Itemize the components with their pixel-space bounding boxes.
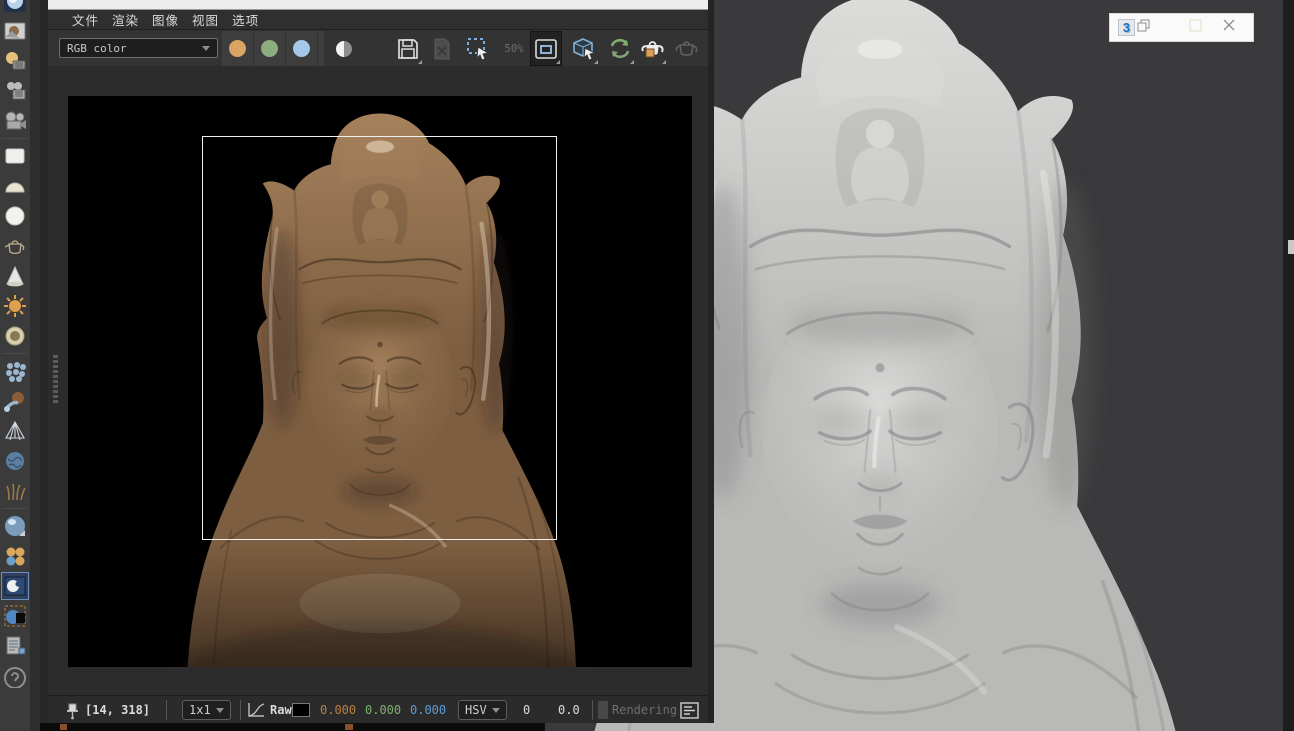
pixel-probe-pin-icon[interactable] <box>63 696 81 724</box>
region-select-button[interactable] <box>462 31 494 66</box>
color-space-select[interactable]: HSV <box>458 700 507 720</box>
statusbar-divider <box>166 700 167 720</box>
history-splitter-handle[interactable] <box>53 355 58 403</box>
sampled-color-swatch <box>292 703 310 717</box>
restore-window-icon[interactable] <box>1137 19 1151 37</box>
vfb-statusbar: [14, 318] 1x1 Raw 0.000 0.000 0.000 HSV … <box>48 695 708 723</box>
render-canvas[interactable] <box>68 96 692 667</box>
region-sphere-icon[interactable] <box>2 603 28 629</box>
render-ghost-button[interactable] <box>670 31 702 66</box>
color-balls-icon[interactable] <box>2 543 28 569</box>
material-ball-icon[interactable] <box>2 388 28 414</box>
right-window-border <box>1283 0 1294 731</box>
refresh-render-button[interactable] <box>604 31 636 66</box>
hsv-int-value: 0 <box>523 696 530 724</box>
green-channel-button[interactable] <box>254 31 286 66</box>
chevron-down-icon <box>216 708 224 713</box>
rendered-image-icon[interactable] <box>2 18 28 44</box>
wire-pyramid-icon[interactable] <box>2 418 28 444</box>
pixel-coords: [14, 318] <box>85 696 150 724</box>
vfb-toolbar: RGB color 50% <box>48 31 708 66</box>
vfb-menubar: 文件 渲染 图像 视图 选项 <box>48 10 708 30</box>
color-curve-icon[interactable] <box>246 696 266 724</box>
glossy-sphere-icon[interactable] <box>2 513 28 539</box>
clear-image-button[interactable] <box>426 31 458 66</box>
menu-image[interactable]: 图像 <box>152 10 179 29</box>
noise-sphere-icon[interactable] <box>2 448 28 474</box>
render-region-rect[interactable] <box>202 136 557 540</box>
dome-primitive-icon[interactable] <box>2 173 28 199</box>
channel-toggle-group <box>222 31 324 66</box>
isolate-object-button[interactable] <box>568 31 600 66</box>
statusbar-divider <box>240 700 241 720</box>
vfb-titlebar[interactable] <box>48 0 708 10</box>
red-channel-button[interactable] <box>222 31 254 66</box>
pixel-ratio-select[interactable]: 1x1 <box>182 700 231 720</box>
menu-options[interactable]: 选项 <box>232 10 259 29</box>
render-setup-icon[interactable] <box>2 0 28 14</box>
trackbar-strip <box>40 723 545 731</box>
camera-lister-icon[interactable] <box>2 78 28 104</box>
pixel-ratio-value: 1x1 <box>189 703 211 717</box>
render-status-text: Rendering <box>612 696 677 724</box>
statusbar-divider <box>592 700 593 720</box>
dome-light-icon[interactable] <box>2 323 28 349</box>
sphere-primitive-icon[interactable] <box>2 203 28 229</box>
max-side-toolbar[interactable] <box>0 0 40 731</box>
fur-grass-icon[interactable] <box>2 478 28 504</box>
color-space-value: HSV <box>465 703 487 717</box>
channel-mode-value: RGB color <box>67 42 127 55</box>
notes-clipboard-icon[interactable] <box>2 633 28 659</box>
green-value: 0.000 <box>365 696 401 724</box>
menu-render[interactable]: 渲染 <box>112 10 139 29</box>
help-icon[interactable] <box>2 663 28 689</box>
chevron-down-icon <box>202 46 210 51</box>
vfb-image-area <box>48 66 708 695</box>
show-log-icon[interactable] <box>680 696 699 724</box>
menu-view[interactable]: 视图 <box>192 10 219 29</box>
progress-chip <box>598 701 608 719</box>
channel-mode-select[interactable]: RGB color <box>59 38 218 58</box>
particle-spheres-icon[interactable] <box>2 358 28 384</box>
menu-file[interactable]: 文件 <box>72 10 99 29</box>
blue-value: 0.000 <box>410 696 446 724</box>
red-value: 0.000 <box>320 696 356 724</box>
toolbar-separator <box>2 138 28 139</box>
region-render-toggle[interactable] <box>530 31 562 66</box>
track-key-mark <box>60 724 67 730</box>
vray-frame-buffer-window: 文件 渲染 图像 视图 选项 RGB color 50% <box>40 0 714 723</box>
plane-primitive-icon[interactable] <box>2 143 28 169</box>
hsv-float-value: 0.0 <box>558 696 580 724</box>
blue-channel-button[interactable] <box>286 31 318 66</box>
raw-label: Raw <box>270 696 292 724</box>
chevron-down-icon <box>492 708 500 713</box>
light-lister-icon[interactable] <box>2 48 28 74</box>
toolbar-separator <box>2 353 28 354</box>
toolbar-separator <box>2 508 28 509</box>
zoom-level-label: 50% <box>505 43 524 55</box>
track-key-mark <box>345 724 353 730</box>
zoom-level-button[interactable]: 50% <box>498 31 530 66</box>
save-image-button[interactable] <box>392 31 424 66</box>
maximize-button-icon[interactable] <box>1189 19 1202 37</box>
mono-channel-button[interactable] <box>328 31 360 66</box>
vfb-window-icon[interactable] <box>2 573 28 599</box>
cone-light-icon[interactable] <box>2 263 28 289</box>
canvas-vignette <box>68 547 692 667</box>
teapot-wire-icon[interactable] <box>2 233 28 259</box>
render-last-button[interactable] <box>636 31 668 66</box>
close-icon[interactable] <box>1222 18 1236 37</box>
sun-light-icon[interactable] <box>2 293 28 319</box>
3dsmax-logo-icon: 3 <box>1118 19 1135 36</box>
max-floating-titlebar[interactable]: 3 <box>1110 14 1253 41</box>
right-edge-sliver <box>1288 240 1294 254</box>
video-camera-icon[interactable] <box>2 108 28 134</box>
